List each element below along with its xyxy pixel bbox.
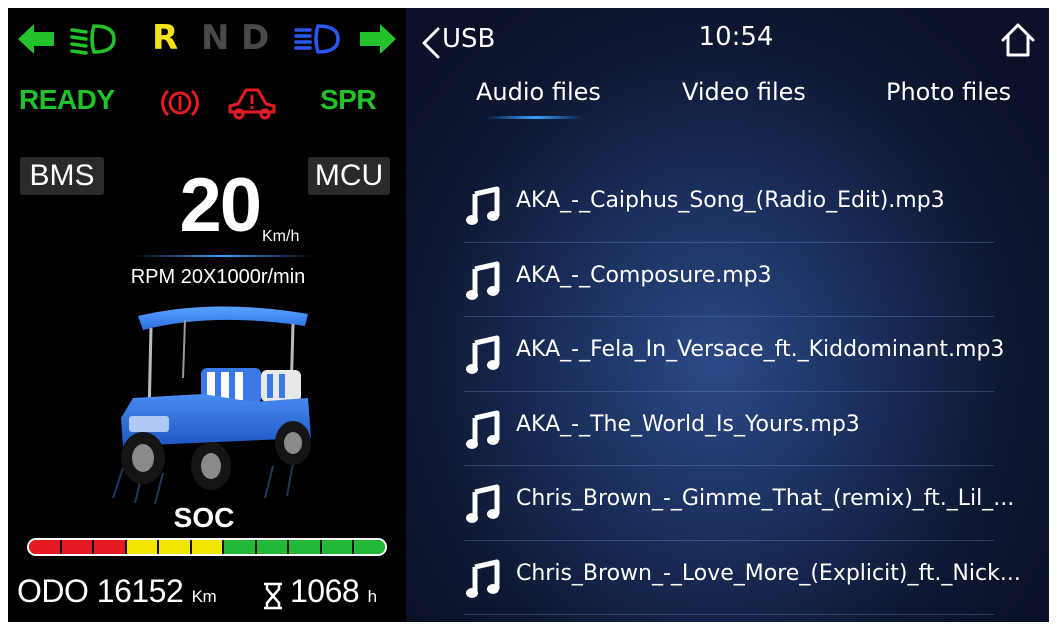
file-name: AKA_-_Composure.mp3 bbox=[516, 262, 772, 288]
soc-label: SOC bbox=[173, 502, 235, 533]
file-name: AKA_-_Caiphus_Song_(Radio_Edit).mp3 bbox=[516, 188, 945, 213]
file-name: AKA_-_The_World_Is_Yours.mp3 bbox=[516, 411, 860, 437]
file-name: AKA_-_Fela_In_Versace_ft._Kiddominant.mp… bbox=[516, 337, 1005, 362]
vehicle-fault-icon bbox=[228, 88, 276, 120]
music-note-icon bbox=[466, 261, 500, 300]
mcu-button[interactable]: MCU bbox=[308, 157, 390, 195]
odo-value: 16152 bbox=[96, 573, 184, 609]
file-list-item[interactable]: AKA_-_Composure.mp3 bbox=[464, 243, 994, 317]
speed-value: 20 bbox=[179, 163, 262, 248]
instrument-cluster: R N D READY SPR BMS MCU 20 Km/h RPM 20X1… bbox=[8, 8, 406, 622]
soc-segment bbox=[256, 540, 288, 554]
file-name: Chris_Brown_-_Gimme_That_(remix)_ft._Lil… bbox=[516, 486, 1015, 511]
soc-segment bbox=[159, 540, 190, 554]
file-name: Chris_Brown_-_Love_More_(Explicit)_ft._N… bbox=[516, 560, 1021, 586]
music-note-icon bbox=[466, 410, 500, 449]
bms-button[interactable]: BMS bbox=[20, 157, 104, 195]
rpm-readout: RPM 20X1000r/min bbox=[130, 266, 306, 288]
hourglass-icon bbox=[264, 582, 282, 610]
soc-segment bbox=[191, 540, 223, 554]
low-beam-icon bbox=[70, 24, 116, 55]
spr-indicator: SPR bbox=[320, 84, 377, 115]
tab-video-files[interactable]: Video files bbox=[682, 78, 806, 106]
gear-r: R bbox=[152, 18, 179, 58]
hours-value: 1068 bbox=[290, 573, 360, 609]
right-turn-arrow-icon bbox=[360, 24, 396, 54]
hours-unit: h bbox=[367, 587, 377, 606]
media-panel: USB 10:54 Audio files Video files Photo … bbox=[406, 8, 1049, 622]
soc-segment bbox=[224, 540, 255, 554]
ready-indicator: READY bbox=[19, 84, 115, 115]
display-screen: R N D READY SPR BMS MCU 20 Km/h RPM 20X1… bbox=[8, 8, 1049, 622]
gear-n: N bbox=[201, 18, 230, 58]
odometer: ODO 16152 Km bbox=[17, 573, 217, 610]
home-icon[interactable] bbox=[998, 20, 1038, 60]
tab-photo-files[interactable]: Photo files bbox=[886, 78, 1011, 106]
source-title: USB bbox=[442, 24, 496, 54]
soc-segment bbox=[321, 540, 353, 554]
soc-segment bbox=[61, 540, 93, 554]
active-tab-indicator bbox=[486, 116, 584, 119]
music-note-icon bbox=[466, 335, 500, 374]
left-turn-arrow-icon bbox=[18, 24, 54, 54]
back-chevron-icon[interactable] bbox=[418, 26, 442, 60]
audio-file-list: AKA_-_Caiphus_Song_(Radio_Edit).mp3 AKA_-… bbox=[464, 168, 1021, 615]
file-list-item[interactable]: AKA_-_Fela_In_Versace_ft._Kiddominant.mp… bbox=[464, 317, 1004, 392]
golf-cart-image bbox=[112, 306, 311, 505]
file-list-item[interactable]: Chris_Brown_-_Gimme_That_(remix)_ft._Lil… bbox=[464, 466, 1014, 541]
music-note-icon bbox=[466, 484, 500, 523]
soc-segment bbox=[29, 540, 60, 554]
soc-segment bbox=[354, 540, 385, 554]
gear-d: D bbox=[241, 18, 270, 58]
hour-meter: 1068 h bbox=[290, 573, 377, 610]
soc-segment bbox=[126, 540, 158, 554]
soc-battery-bar bbox=[27, 538, 387, 556]
speed-underline bbox=[133, 255, 313, 257]
soc-segment bbox=[94, 540, 125, 554]
music-note-icon bbox=[466, 559, 500, 598]
odo-label: ODO bbox=[17, 573, 89, 609]
parking-brake-icon bbox=[161, 89, 199, 117]
clock: 10:54 bbox=[698, 22, 774, 52]
music-note-icon bbox=[466, 186, 500, 225]
high-beam-icon bbox=[294, 24, 340, 54]
soc-segment bbox=[289, 540, 320, 554]
file-list-item[interactable]: AKA_-_The_World_Is_Yours.mp3 bbox=[464, 392, 994, 466]
file-list-item[interactable]: Chris_Brown_-_Love_More_(Explicit)_ft._N… bbox=[464, 541, 1021, 615]
speed-unit: Km/h bbox=[262, 228, 300, 245]
odo-unit: Km bbox=[191, 587, 217, 606]
tab-audio-files[interactable]: Audio files bbox=[476, 78, 601, 106]
file-list-item[interactable]: AKA_-_Caiphus_Song_(Radio_Edit).mp3 bbox=[464, 168, 994, 243]
